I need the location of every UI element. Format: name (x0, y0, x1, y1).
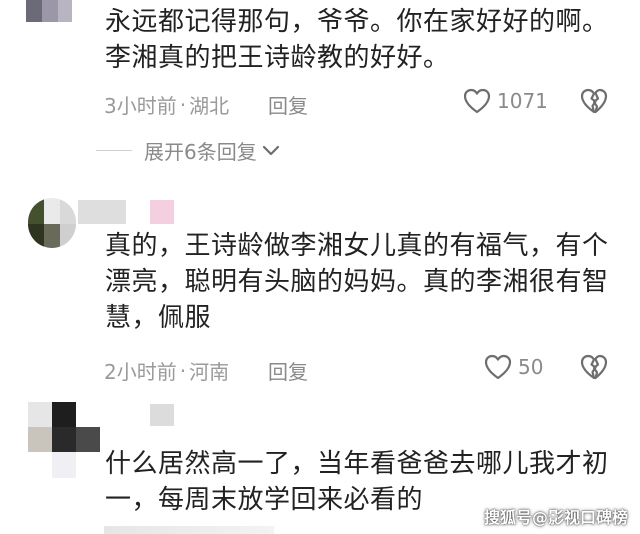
avatar[interactable] (26, 0, 72, 22)
avatar[interactable] (28, 402, 100, 452)
meta-separator: · (179, 92, 187, 117)
like-count: 1071 (497, 89, 548, 113)
expand-divider (96, 150, 132, 151)
broken-heart-icon (580, 88, 608, 114)
watermark: 搜狐号@影视口碑榜 (483, 508, 628, 527)
dislike-button[interactable] (580, 354, 608, 384)
avatar-pixel (60, 224, 76, 248)
avatar-pixel (26, 0, 42, 22)
avatar-pixel (28, 198, 44, 224)
comment-meta: 3小时前 · 湖北 (104, 90, 229, 119)
avatar-pixel (28, 427, 52, 452)
username-mosaic (150, 200, 174, 224)
dislike-button[interactable] (580, 88, 608, 118)
comment-meta: 2小时前 · 河南 (104, 356, 229, 385)
comment-location: 河南 (189, 360, 230, 384)
heart-outline-icon (463, 88, 491, 114)
expand-replies-label: 展开6条回复 (144, 140, 257, 164)
cut-off-meta (104, 526, 274, 534)
avatar-pixel (52, 402, 76, 427)
broken-heart-icon (580, 354, 608, 380)
comment-text-line: 真的，王诗龄做李湘女儿真的有福气，有个 (105, 231, 609, 261)
username-mosaic (78, 200, 126, 224)
comment-text: 永远都记得那句，爷爷。你在家好好的啊。 李湘真的把王诗龄教的好好。 (105, 4, 625, 76)
avatar[interactable] (28, 198, 76, 248)
chevron-down-icon (262, 145, 279, 155)
comment-text-line: 永远都记得那句，爷爷。你在家好好的啊。 (105, 7, 609, 37)
username-mosaic (150, 404, 174, 426)
heart-outline-icon (484, 354, 512, 380)
avatar-pixel (52, 452, 76, 478)
avatar-pixel (76, 427, 100, 452)
avatar-pixel (28, 224, 44, 248)
like-count: 50 (518, 355, 544, 379)
reply-button[interactable]: 回复 (268, 356, 308, 385)
meta-separator: · (179, 358, 187, 383)
avatar-pixel (44, 224, 60, 248)
like-button[interactable]: 50 (484, 354, 543, 380)
comment-time: 3小时前 (104, 94, 177, 118)
comment-text-line: 漂亮，聪明有头脑的妈妈。真的李湘很有智 (105, 267, 609, 297)
avatar-pixel (44, 198, 60, 224)
comment-text-line: 什么居然高一了，当年看爸爸去哪儿我才初 (105, 449, 609, 479)
avatar-pixel (52, 427, 76, 452)
avatar-pixel (60, 198, 76, 224)
avatar-pixel (76, 402, 100, 427)
avatar-pixel (42, 0, 58, 22)
comment-text: 真的，王诗龄做李湘女儿真的有福气，有个 漂亮，聪明有头脑的妈妈。真的李湘很有智 … (105, 228, 625, 336)
comment-text-line: 慧，佩服 (105, 303, 212, 333)
avatar-pixel (28, 402, 52, 427)
avatar-pixel (58, 0, 72, 22)
expand-replies-button[interactable]: 展开6条回复 (96, 136, 281, 165)
comment-location: 湖北 (189, 94, 230, 118)
comment-text-line: 李湘真的把王诗龄教的好好。 (105, 43, 450, 73)
reply-button[interactable]: 回复 (268, 90, 308, 119)
comment-time: 2小时前 (104, 360, 177, 384)
like-button[interactable]: 1071 (463, 88, 548, 114)
